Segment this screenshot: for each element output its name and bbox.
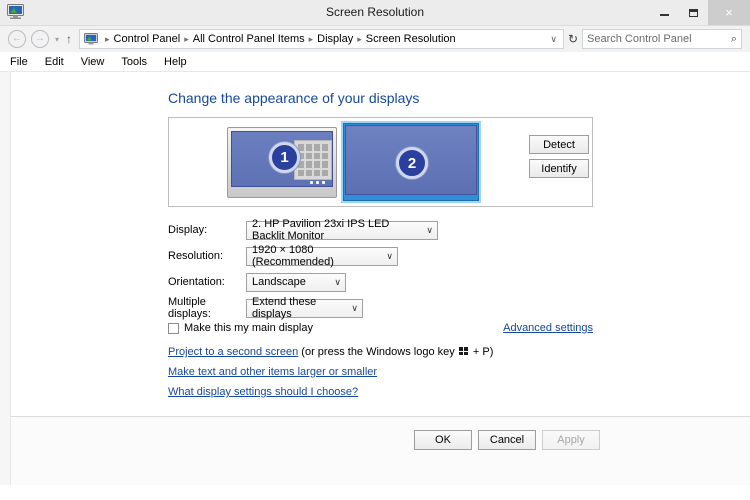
main-display-checkbox-label[interactable]: Make this my main display [184,322,313,334]
search-input[interactable]: Search Control Panel [587,33,731,45]
minimize-button[interactable] [650,0,679,25]
monitor-number-badge: 1 [269,142,300,173]
apply-button: Apply [542,430,600,450]
multiple-displays-row: Multiple displays: Extend these displays… [168,296,363,320]
multiple-displays-select-value: Extend these displays [252,296,317,320]
main-display-checkbox[interactable] [168,322,179,334]
breadcrumb-item-control-panel[interactable]: Control Panel [114,33,181,45]
what-display-settings-line: What display settings should I choose? [168,386,358,398]
chevron-down-icon: ∨ [334,276,341,287]
close-button[interactable]: × [708,0,750,25]
search-icon: ⌕ [730,32,737,45]
detect-button[interactable]: Detect [529,135,589,154]
identify-button[interactable]: Identify [529,159,589,178]
orientation-select-value: Landscape [252,276,306,288]
menu-item-view[interactable]: View [81,56,105,68]
chevron-down-icon: ∨ [426,224,433,235]
breadcrumb-item-screen-resolution[interactable]: Screen Resolution [366,33,456,45]
display-label: Display: [168,224,208,236]
monitor-preview-1[interactable]: 1 [227,127,337,198]
up-button[interactable]: ↑ [66,32,72,46]
windows-logo-icon [458,347,469,356]
orientation-select[interactable]: Landscape ∨ [246,272,346,292]
restore-icon [689,8,698,17]
forward-button[interactable]: → [31,30,49,48]
resolution-row: Resolution: 1920 × 1080 (Recommended) ∨ [168,244,398,268]
search-box[interactable]: Search Control Panel ⌕ [582,29,742,49]
main-display-row: Make this my main display Advanced setti… [168,322,593,334]
settings-pane: Change the appearance of your displays 1… [11,72,750,485]
chevron-down-icon: ∨ [386,250,393,261]
breadcrumb-item-all-control-panel-items[interactable]: All Control Panel Items [193,33,305,45]
minimize-icon [660,14,669,16]
breadcrumb-separator: ▸ [105,33,110,44]
project-to-second-screen-link[interactable]: Project to a second screen [168,346,298,358]
display-row: Display: 2. HP Pavilion 23xi IPS LED Bac… [168,218,438,242]
project-second-screen-line: Project to a second screen (or press the… [168,346,493,358]
screen-resolution-window: Screen Resolution × ← → ▾ ↑ ▸ Control Pa… [0,0,750,500]
breadcrumb-separator: ▸ [357,33,362,44]
content-area: Change the appearance of your displays 1… [0,72,750,485]
breadcrumb-separator: ▸ [184,33,189,44]
monitor-number-badge: 2 [396,147,428,179]
breadcrumb-bar[interactable]: ▸ Control Panel ▸ All Control Panel Item… [79,29,564,49]
make-text-larger-link[interactable]: Make text and other items larger or smal… [168,366,377,378]
dialog-footer: OK Cancel Apply [11,416,750,485]
advanced-settings-link[interactable]: Advanced settings [503,322,593,334]
resolution-label: Resolution: [168,250,224,262]
ok-button[interactable]: OK [414,430,472,450]
resolution-select-value: 1920 × 1080 (Recommended) [252,244,334,268]
display-preview-panel: 1 2 Detect Identify [168,117,593,207]
resolution-select[interactable]: 1920 × 1080 (Recommended) ∨ [246,244,398,268]
left-margin-strip [0,72,11,485]
breadcrumb-separator: ▸ [308,33,314,44]
orientation-row: Orientation: Landscape ∨ [168,272,346,292]
breadcrumb-item-display[interactable]: Display [317,33,353,45]
window-title: Screen Resolution [325,5,425,19]
monitor-preview-2[interactable]: 2 [341,121,481,203]
display-select-value: 2. HP Pavilion 23xi IPS LED Backlit Moni… [252,218,390,242]
make-text-larger-line: Make text and other items larger or smal… [168,366,377,378]
title-bar: Screen Resolution × [0,0,750,26]
orientation-label: Orientation: [168,276,225,288]
taskbar-dots-icon [310,181,325,184]
menu-item-file[interactable]: File [10,56,28,68]
address-bar: ← → ▾ ↑ ▸ Control Panel ▸ All Control Pa… [0,26,750,52]
page-title: Change the appearance of your displays [168,90,420,106]
back-button[interactable]: ← [8,30,26,48]
project-hint-text: (or press the Windows logo key [298,346,458,358]
maximize-button[interactable] [679,0,708,25]
menu-item-tools[interactable]: Tools [121,56,147,68]
display-select[interactable]: 2. HP Pavilion 23xi IPS LED Backlit Moni… [246,218,438,242]
multiple-displays-select[interactable]: Extend these displays ∨ [246,296,363,320]
refresh-button[interactable]: ↻ [564,32,582,46]
close-icon: × [725,5,733,20]
what-display-settings-link[interactable]: What display settings should I choose? [168,386,358,398]
multiple-displays-label: Multiple displays: [168,296,211,320]
window-controls: × [650,0,750,25]
menu-item-edit[interactable]: Edit [45,56,64,68]
menu-item-help[interactable]: Help [164,56,187,68]
chevron-down-icon: ∨ [351,302,358,313]
chevron-down-icon[interactable]: ∨ [550,34,559,45]
history-dropdown-icon[interactable]: ▾ [55,35,59,44]
menu-bar: File Edit View Tools Help [0,52,750,72]
control-panel-icon [84,33,99,45]
cancel-button[interactable]: Cancel [478,430,536,450]
project-hint-suffix: + P) [469,346,494,358]
